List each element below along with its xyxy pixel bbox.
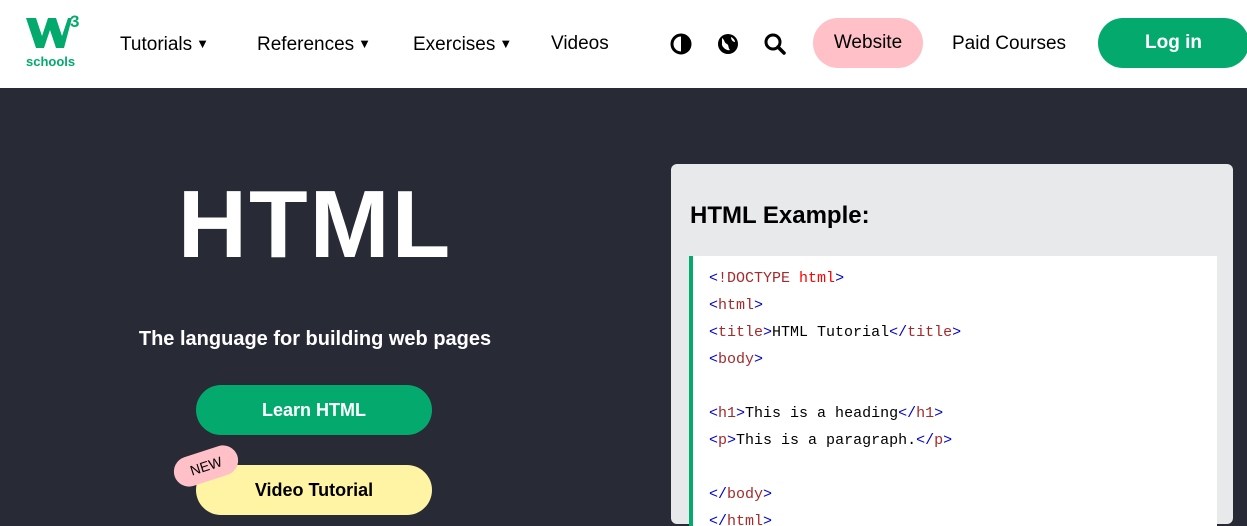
caret-down-icon: ▼ [358, 36, 372, 51]
contrast-icon[interactable] [669, 32, 693, 56]
code-line: <html> [709, 297, 764, 314]
code-line: <p>This is a paragraph.</p> [709, 432, 953, 449]
page-subtitle: The language for building web pages [138, 328, 492, 350]
nav-exercises[interactable]: Exercises ▼ [413, 30, 512, 58]
website-button[interactable]: Website [813, 18, 923, 68]
nav-tutorials-label: Tutorials [120, 34, 193, 55]
logo-wordmark: schools [26, 54, 76, 69]
w3-logo-icon [26, 18, 72, 48]
search-icon[interactable] [763, 32, 787, 56]
example-title: HTML Example: [690, 202, 870, 229]
nav-videos[interactable]: Videos [551, 30, 609, 58]
top-navigation: 3 schools Tutorials ▼ References ▼ Exercis… [0, 0, 1247, 88]
caret-down-icon: ▼ [196, 36, 210, 51]
code-line: <!DOCTYPE html> [709, 270, 845, 287]
nav-references-label: References [257, 34, 355, 55]
paid-courses-label: Paid Courses [952, 33, 1067, 54]
learn-html-button[interactable]: Learn HTML [196, 385, 432, 435]
code-line: <body> [709, 351, 764, 368]
paid-courses-link[interactable]: Paid Courses [952, 30, 1066, 58]
nav-tutorials[interactable]: Tutorials ▼ [120, 30, 209, 58]
page-title: HTML [177, 171, 453, 278]
code-line: <title>HTML Tutorial</title> [709, 324, 962, 341]
code-line: <h1>This is a heading</h1> [709, 405, 944, 422]
code-block: <!DOCTYPE html> <html> <title>HTML Tutoria… [689, 256, 1217, 526]
w3schools-logo[interactable]: 3 schools [26, 12, 88, 72]
nav-videos-label: Videos [551, 33, 609, 54]
html-example-panel: HTML Example: <!DOCTYPE html> <html> <titl… [671, 164, 1233, 526]
code-line: </html> [709, 513, 773, 526]
globe-icon[interactable] [716, 32, 740, 56]
caret-down-icon: ▼ [499, 36, 513, 51]
login-button[interactable]: Log in [1098, 18, 1247, 68]
logo-superscript: 3 [70, 12, 80, 31]
nav-references[interactable]: References ▼ [257, 30, 371, 58]
nav-exercises-label: Exercises [413, 34, 496, 55]
code-line: </body> [709, 486, 773, 503]
